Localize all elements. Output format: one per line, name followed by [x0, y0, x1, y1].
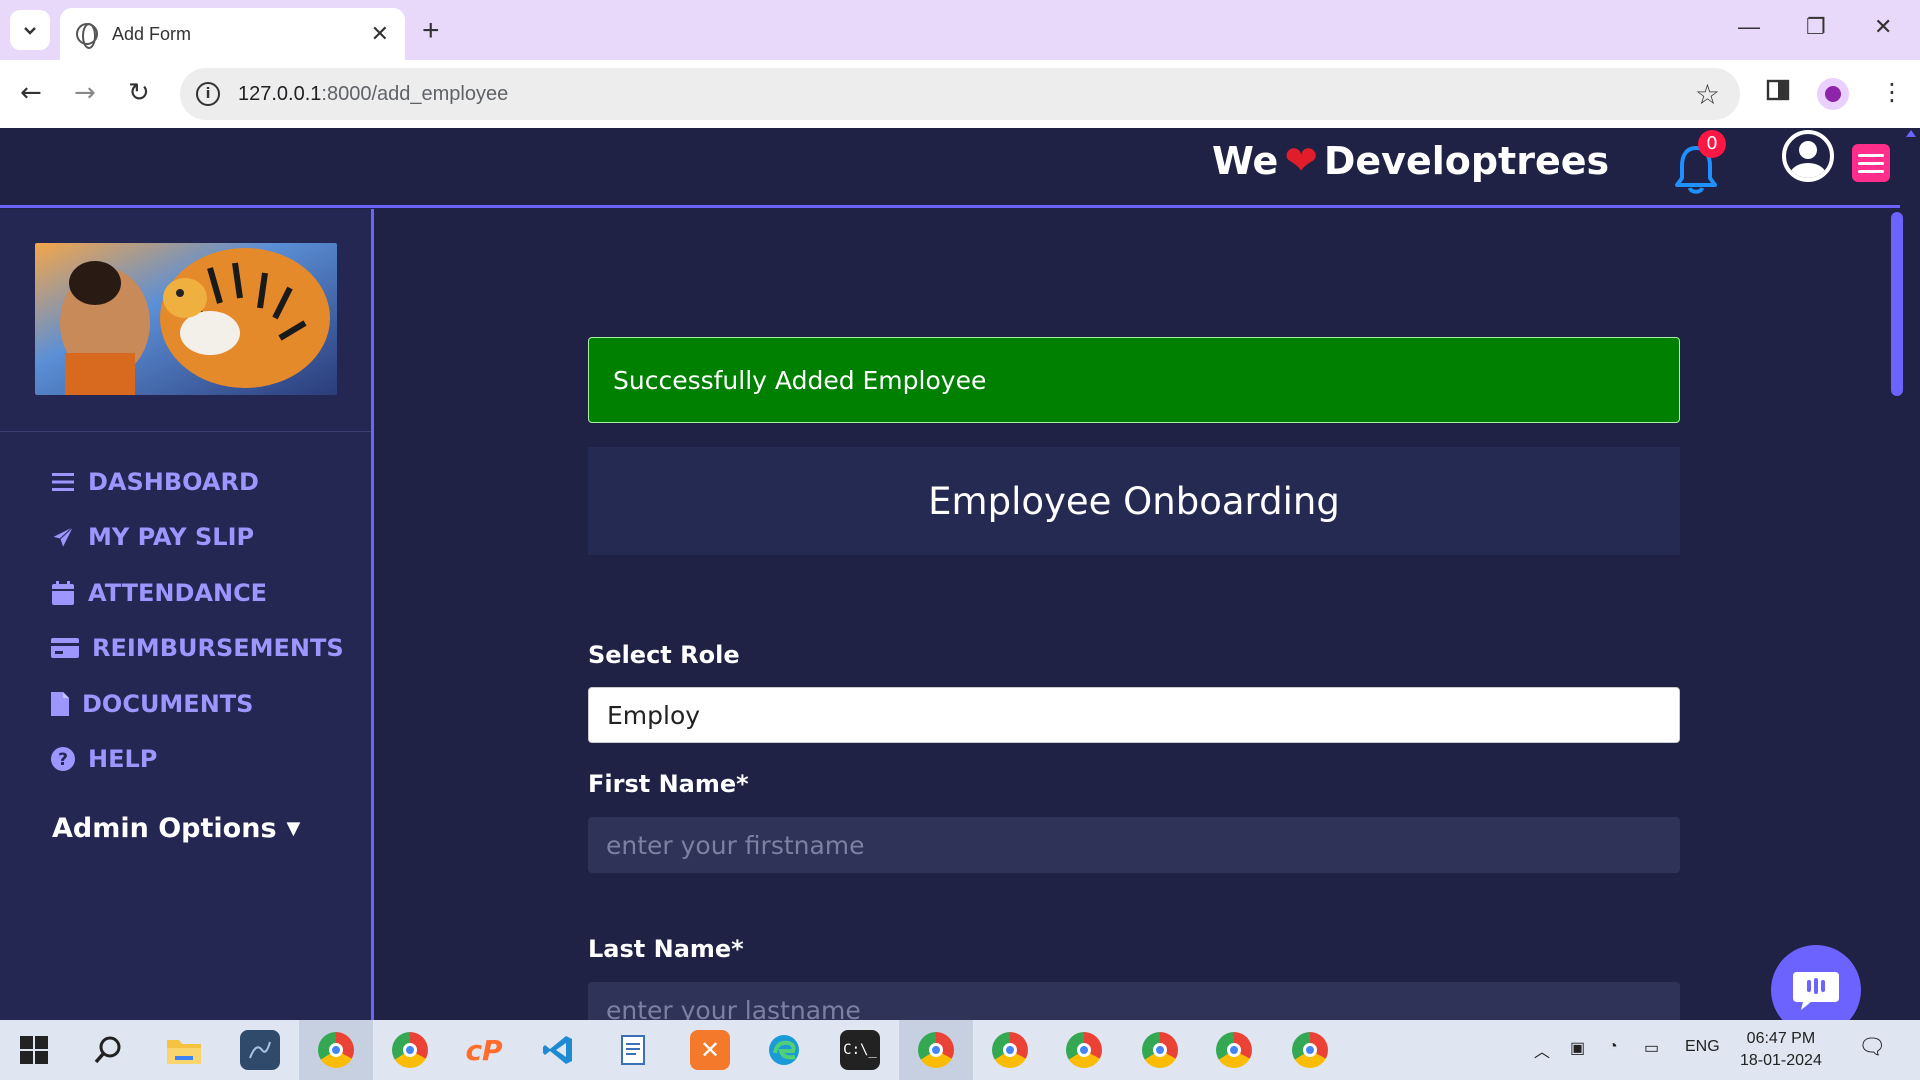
back-icon[interactable]: ←	[20, 78, 42, 108]
browser-tab[interactable]: Add Form ✕	[60, 8, 405, 60]
credit-card-icon	[50, 635, 80, 661]
chrome-profile-4-icon[interactable]	[1214, 1030, 1254, 1070]
windows-taskbar: cP ✕ C:\_ ︿ ▣ ◔ ▭ ENG 06:47 PM 18-01-202…	[0, 1020, 1920, 1080]
minimize-icon[interactable]: —	[1738, 14, 1760, 40]
heart-icon: ❤	[1284, 138, 1318, 184]
sidebar-item-help[interactable]: ? HELP	[50, 745, 157, 773]
notepad-icon[interactable]	[614, 1030, 654, 1070]
chrome-profile-a-icon[interactable]	[990, 1030, 1030, 1070]
chrome-profile-c-icon[interactable]	[1064, 1030, 1104, 1070]
paper-plane-icon	[50, 524, 76, 550]
notification-badge: 0	[1698, 130, 1726, 158]
mysql-workbench-icon[interactable]	[240, 1030, 280, 1070]
chrome-icon[interactable]	[390, 1030, 430, 1070]
bars-icon	[50, 469, 76, 495]
side-panel-icon[interactable]	[1766, 78, 1790, 108]
forward-icon[interactable]: →	[74, 78, 96, 108]
tab-search-button[interactable]	[10, 10, 50, 50]
success-alert: Successfully Added Employee	[588, 337, 1680, 423]
battery-icon[interactable]: ▭	[1644, 1038, 1659, 1058]
language-indicator[interactable]: ENG	[1685, 1038, 1720, 1056]
select-role-dropdown[interactable]: Employ	[588, 687, 1680, 743]
profile-avatar[interactable]	[1817, 78, 1849, 110]
question-circle-icon: ?	[50, 746, 76, 772]
bookmark-star-icon[interactable]: ☆	[1695, 78, 1720, 111]
caret-down-icon: ▼	[286, 818, 301, 839]
browser-toolbar: ← → ↻ i 127.0.0.1:8000/add_employee ☆ ⋮	[0, 60, 1920, 128]
last-name-label: Last Name*	[588, 935, 744, 963]
address-bar[interactable]: i 127.0.0.1:8000/add_employee ☆	[180, 68, 1740, 120]
window-close-icon[interactable]: ✕	[1874, 14, 1892, 40]
vscode-icon[interactable]	[538, 1030, 578, 1070]
main-content: Successfully Added Employee Employee Onb…	[377, 209, 1892, 1038]
sidebar-logo-image	[35, 243, 337, 395]
site-info-icon[interactable]: i	[196, 82, 220, 106]
tray-chevron-up-icon[interactable]: ︿	[1534, 1038, 1550, 1062]
first-name-field[interactable]	[588, 817, 1680, 873]
sidebar-item-pay-slip[interactable]: MY PAY SLIP	[50, 523, 254, 551]
new-tab-button[interactable]: +	[422, 14, 440, 48]
cpanel-icon[interactable]: cP	[464, 1030, 504, 1070]
terminal-icon[interactable]: C:\_	[840, 1030, 880, 1070]
page-title: Employee Onboarding	[588, 447, 1680, 555]
sidebar: DASHBOARD MY PAY SLIP ATTENDANCE REIMBUR…	[0, 209, 374, 1020]
browser-tab-bar: Add Form ✕ + — ❐ ✕	[0, 0, 1920, 60]
taskbar-clock[interactable]: 06:47 PM 18-01-2024	[1740, 1028, 1822, 1072]
chrome-profile-2-icon[interactable]	[916, 1030, 956, 1070]
brand-logo: We ❤ Developtrees	[1212, 138, 1610, 184]
scroll-up-icon[interactable]	[1906, 130, 1916, 137]
scrollbar-thumb[interactable]	[1891, 212, 1903, 396]
file-explorer-icon[interactable]	[164, 1030, 204, 1070]
restore-icon[interactable]: ❐	[1806, 14, 1826, 40]
meet-now-icon[interactable]: ▣	[1570, 1038, 1585, 1058]
tab-title: Add Form	[112, 23, 192, 44]
sidebar-divider	[0, 431, 371, 432]
sidebar-item-reimbursements[interactable]: REIMBURSEMENTS	[50, 634, 344, 662]
page-scrollbar[interactable]	[1900, 130, 1920, 1020]
app-header: We ❤ Developtrees 0	[0, 130, 1900, 208]
url-text: 127.0.0.1:8000/add_employee	[238, 82, 509, 105]
first-name-label: First Name*	[588, 770, 749, 798]
wifi-icon[interactable]: ◔	[1608, 1038, 1618, 1056]
globe-icon	[76, 23, 98, 49]
hamburger-menu-icon[interactable]	[1852, 144, 1890, 182]
search-icon[interactable]	[88, 1030, 128, 1070]
chrome-profile-m-icon[interactable]	[1140, 1030, 1180, 1070]
file-icon	[50, 691, 70, 717]
admin-options-dropdown[interactable]: Admin Options ▼	[52, 813, 300, 844]
edge-icon[interactable]	[764, 1030, 804, 1070]
tab-close-icon[interactable]: ✕	[371, 22, 389, 47]
menu-dots-icon[interactable]: ⋮	[1880, 78, 1904, 106]
svg-text:?: ?	[58, 750, 68, 770]
select-role-label: Select Role	[588, 641, 740, 669]
windows-start-icon[interactable]	[14, 1030, 54, 1070]
xampp-icon[interactable]: ✕	[690, 1030, 730, 1070]
reload-icon[interactable]: ↻	[128, 78, 150, 108]
chrome-profile-p-icon[interactable]	[1290, 1030, 1330, 1070]
calendar-icon	[50, 580, 76, 606]
chat-bubble-icon	[1793, 972, 1839, 1010]
notification-center-icon[interactable]: 🗨	[1858, 1034, 1886, 1060]
sidebar-item-dashboard[interactable]: DASHBOARD	[50, 468, 259, 496]
user-icon[interactable]	[1782, 130, 1834, 182]
chevron-down-icon	[24, 27, 36, 35]
chrome-profile-1-icon[interactable]	[316, 1030, 356, 1070]
sidebar-item-documents[interactable]: DOCUMENTS	[50, 690, 253, 718]
sidebar-item-attendance[interactable]: ATTENDANCE	[50, 579, 267, 607]
